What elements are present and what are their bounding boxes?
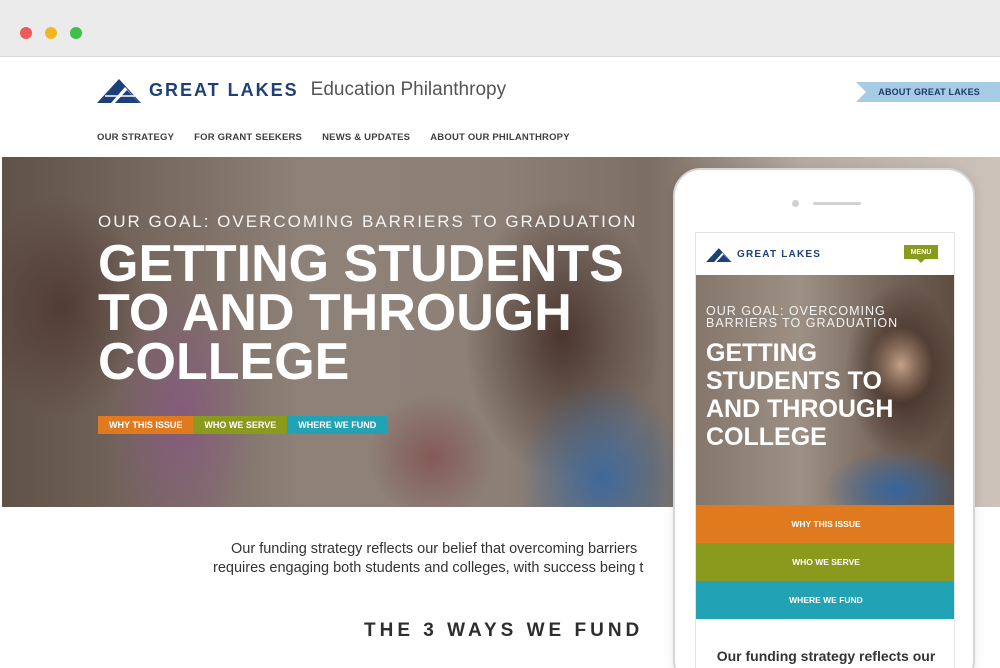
phone-mockup: GREAT LAKES MENU OUR GOAL: OVERCOMING BA… <box>673 168 975 668</box>
mobile-logo-wordmark: GREAT LAKES <box>737 249 822 260</box>
hero-button-group: WHY THIS ISSUE WHO WE SERVE WHERE WE FUN… <box>98 416 388 434</box>
intro-line-2: requires engaging both students and coll… <box>213 560 644 576</box>
main-nav: OUR STRATEGY FOR GRANT SEEKERS NEWS & UP… <box>97 132 570 143</box>
about-great-lakes-button[interactable]: ABOUT GREAT LAKES <box>856 82 1000 102</box>
phone-camera <box>792 200 799 207</box>
mobile-why-this-issue-button[interactable]: WHY THIS ISSUE <box>696 505 954 543</box>
phone-speaker <box>813 202 861 205</box>
mountain-logo-icon <box>706 248 732 262</box>
mobile-hero-title: GETTING STUDENTS TO AND THROUGH COLLEGE <box>706 339 894 451</box>
minimize-window-button[interactable] <box>45 27 57 39</box>
hero-eyebrow: OUR GOAL: OVERCOMING BARRIERS TO GRADUAT… <box>98 212 638 231</box>
hero-title: GETTING STUDENTS TO AND THROUGH COLLEGE <box>98 235 624 391</box>
site-header: GREAT LAKES Education Philanthropy ABOUT… <box>0 57 1000 157</box>
mobile-menu-button[interactable]: MENU <box>904 245 938 263</box>
mobile-logo[interactable]: GREAT LAKES <box>706 247 821 262</box>
logo-subtitle: Education Philanthropy <box>310 79 507 100</box>
mobile-hero-eyebrow: OUR GOAL: OVERCOMING BARRIERS TO GRADUAT… <box>706 304 899 330</box>
close-window-button[interactable] <box>20 27 32 39</box>
phone-screen: GREAT LAKES MENU OUR GOAL: OVERCOMING BA… <box>695 232 955 668</box>
mobile-intro-text: Our funding strategy reflects our <box>716 648 936 664</box>
who-we-serve-button[interactable]: WHO WE SERVE <box>193 416 288 434</box>
nav-item-our-strategy[interactable]: OUR STRATEGY <box>97 132 174 143</box>
intro-paragraph: Our funding strategy reflects our belief… <box>0 537 672 587</box>
nav-item-about-philanthropy[interactable]: ABOUT OUR PHILANTHROPY <box>430 132 570 143</box>
nav-item-news-updates[interactable]: NEWS & UPDATES <box>322 132 410 143</box>
browser-titlebar <box>0 0 1000 57</box>
why-this-issue-button[interactable]: WHY THIS ISSUE <box>98 416 194 434</box>
mobile-hero: OUR GOAL: OVERCOMING BARRIERS TO GRADUAT… <box>696 275 954 505</box>
intro-line-1: Our funding strategy reflects our belief… <box>231 541 638 557</box>
mobile-who-we-serve-button[interactable]: WHO WE SERVE <box>696 543 954 581</box>
logo-wordmark: GREAT LAKES <box>149 79 299 100</box>
section-heading: THE 3 WAYS WE FUND <box>364 620 644 641</box>
where-we-fund-button[interactable]: WHERE WE FUND <box>287 416 388 434</box>
site-logo[interactable]: GREAT LAKES Education Philanthropy <box>97 77 506 103</box>
mountain-logo-icon <box>97 79 141 103</box>
nav-item-grant-seekers[interactable]: FOR GRANT SEEKERS <box>194 132 302 143</box>
maximize-window-button[interactable] <box>70 27 82 39</box>
mobile-where-we-fund-button[interactable]: WHERE WE FUND <box>696 581 954 619</box>
mobile-header: GREAT LAKES MENU <box>696 233 954 275</box>
